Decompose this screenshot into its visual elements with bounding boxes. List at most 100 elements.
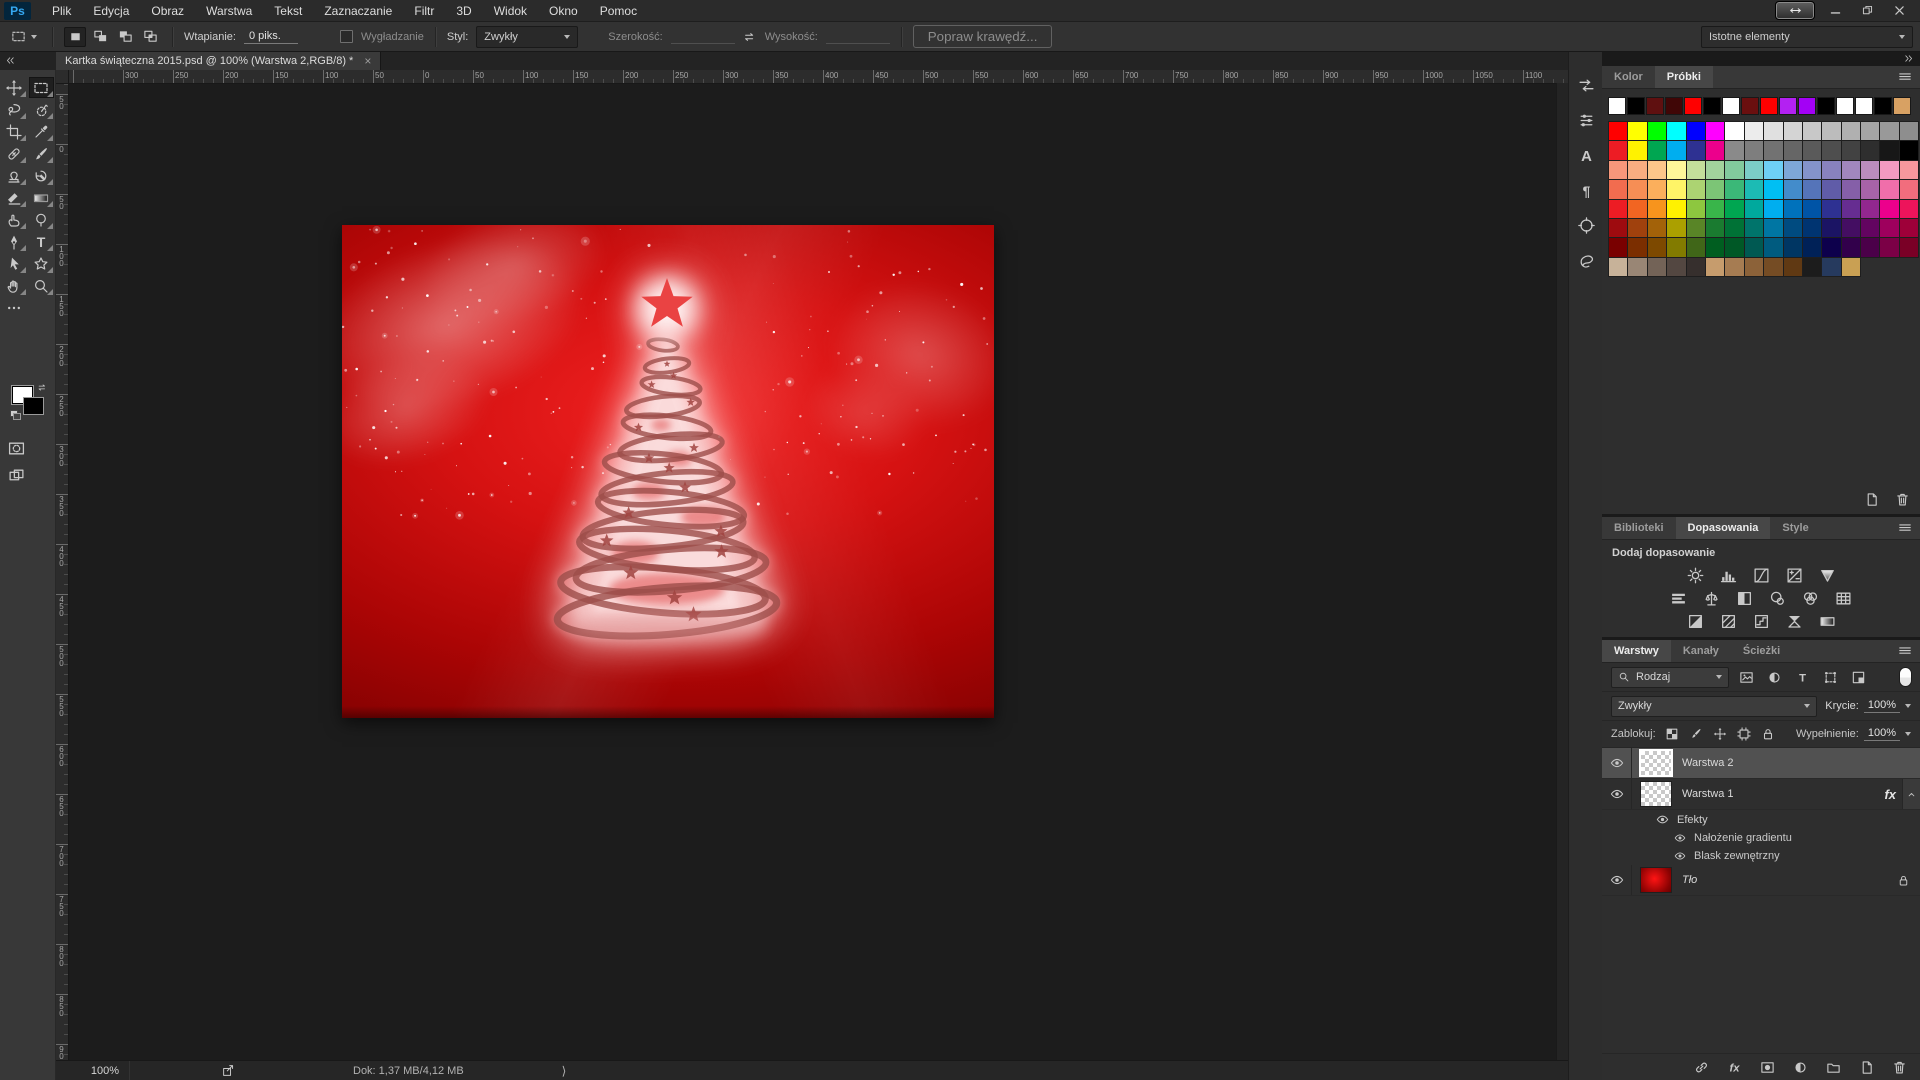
color-swatch[interactable]	[1648, 219, 1666, 237]
eye-icon[interactable]	[1656, 813, 1669, 826]
recent-swatch[interactable]	[1780, 98, 1796, 114]
color-swatch[interactable]	[1609, 219, 1627, 237]
color-swatch[interactable]	[1725, 141, 1743, 159]
color-swatch[interactable]	[1822, 238, 1840, 256]
brush-tool[interactable]	[29, 143, 54, 164]
color-swatch[interactable]	[1784, 200, 1802, 218]
color-swatch[interactable]	[1609, 122, 1627, 140]
spot-healing-tool[interactable]	[2, 143, 27, 164]
adjustments-tab-style[interactable]: Style	[1770, 517, 1820, 539]
color-swatch[interactable]	[1706, 238, 1724, 256]
minimize-button[interactable]	[1824, 3, 1846, 18]
color-swatch[interactable]	[1822, 141, 1840, 159]
color-swatch[interactable]	[1687, 238, 1705, 256]
posterize-adjustment-button[interactable]	[1719, 612, 1738, 630]
antialias-checkbox[interactable]	[340, 30, 353, 43]
color-swatch[interactable]	[1745, 200, 1763, 218]
color-swatch[interactable]	[1745, 238, 1763, 256]
menu-pomoc[interactable]: Pomoc	[589, 1, 648, 21]
clone-stamp-tool[interactable]	[2, 165, 27, 186]
color-swatch[interactable]	[1784, 219, 1802, 237]
recent-swatch[interactable]	[1723, 98, 1739, 114]
color-swatch[interactable]	[1667, 180, 1685, 198]
layer-filter-toggle[interactable]	[1900, 668, 1911, 686]
layer-style-button[interactable]: fx	[1725, 1059, 1743, 1076]
color-swatch[interactable]	[1706, 258, 1724, 276]
color-swatch[interactable]	[1648, 200, 1666, 218]
color-swatch[interactable]	[1725, 180, 1743, 198]
color-swatch[interactable]	[1745, 180, 1763, 198]
ruler-origin-corner[interactable]	[55, 70, 69, 84]
color-swatch[interactable]	[1861, 161, 1879, 179]
menu-widok[interactable]: Widok	[483, 1, 538, 21]
color-swatch[interactable]	[1764, 141, 1782, 159]
layer-row-warstwa-2[interactable]: Warstwa 2	[1602, 748, 1920, 779]
paragraph-panel-button[interactable]: ¶	[1575, 180, 1597, 200]
color-swatch[interactable]	[1880, 141, 1898, 159]
delete-swatch-icon[interactable]	[1895, 492, 1910, 507]
vertical-ruler[interactable]: 5 005 01 0 01 5 02 0 02 5 03 0 03 5 04 0…	[55, 83, 69, 1061]
menu-plik[interactable]: Plik	[41, 1, 82, 21]
color-swatch[interactable]	[1861, 238, 1879, 256]
crop-tool[interactable]	[2, 121, 27, 142]
color-lookup-adjustment-button[interactable]	[1834, 589, 1853, 607]
menu-filtr[interactable]: Filtr	[403, 1, 445, 21]
recent-swatch[interactable]	[1628, 98, 1644, 114]
history-brush-tool[interactable]	[29, 165, 54, 186]
color-swatch[interactable]	[1861, 180, 1879, 198]
black-white-adjustment-button[interactable]	[1735, 589, 1754, 607]
quick-selection-tool[interactable]	[29, 99, 54, 120]
color-swatch[interactable]	[1725, 238, 1743, 256]
width-input[interactable]	[671, 30, 735, 44]
delete-swatch-icon[interactable]	[1895, 492, 1910, 507]
color-swatch[interactable]	[1609, 141, 1627, 159]
threshold-adjustment-button[interactable]	[1752, 612, 1771, 630]
refine-edge-button[interactable]: Popraw krawędź...	[913, 25, 1053, 48]
color-swatch[interactable]	[1609, 180, 1627, 198]
close-button[interactable]	[1888, 3, 1910, 18]
exposure-adjustment-button[interactable]	[1785, 566, 1804, 584]
color-swatch[interactable]	[1706, 200, 1724, 218]
swap-width-height-icon[interactable]	[743, 30, 757, 44]
filter-smart-object-button[interactable]	[1849, 668, 1868, 686]
lock-artboard-button[interactable]	[1736, 726, 1753, 743]
background-color-swatch[interactable]	[23, 397, 44, 415]
eraser-tool[interactable]	[2, 187, 27, 208]
color-swatch[interactable]	[1784, 180, 1802, 198]
gradient-map-adjustment-button[interactable]	[1818, 612, 1837, 630]
color-swatch[interactable]	[1784, 161, 1802, 179]
recent-swatch[interactable]	[1837, 98, 1853, 114]
menu-3d[interactable]: 3D	[445, 1, 482, 21]
color-swatch[interactable]	[1842, 141, 1860, 159]
fill-control[interactable]: Wypełnienie: 100%	[1796, 727, 1911, 741]
collapse-panels-icon[interactable]	[0, 51, 20, 70]
new-swatch-icon[interactable]	[1864, 492, 1879, 507]
smudge-tool[interactable]	[2, 209, 27, 230]
menu-tekst[interactable]: Tekst	[263, 1, 313, 21]
restore-button[interactable]	[1856, 3, 1878, 18]
color-swatch[interactable]	[1687, 219, 1705, 237]
channel-mixer-adjustment-button[interactable]	[1801, 589, 1820, 607]
color-swatch[interactable]	[1822, 180, 1840, 198]
color-swatch[interactable]	[1628, 161, 1646, 179]
adjustments-tab-dopasowania[interactable]: Dopasowania	[1676, 517, 1771, 539]
color-swatch[interactable]	[1706, 141, 1724, 159]
color-swatch[interactable]	[1842, 258, 1860, 276]
zoom-tool[interactable]	[29, 275, 54, 296]
color-swatch[interactable]	[1687, 200, 1705, 218]
screen-mode-icon[interactable]	[8, 467, 25, 484]
color-swatch[interactable]	[1764, 258, 1782, 276]
color-swatch[interactable]	[1900, 141, 1918, 159]
color-swatch[interactable]	[1628, 258, 1646, 276]
clone-source-panel-button[interactable]	[1575, 215, 1597, 235]
document-tab[interactable]: Kartka świąteczna 2015.psd @ 100% (Warst…	[56, 51, 381, 70]
edit-toolbar-tool[interactable]	[2, 297, 27, 318]
status-options-chevron[interactable]: ⟩	[562, 1064, 567, 1078]
quick-mask-icon[interactable]	[8, 440, 25, 457]
gradient-tool[interactable]	[29, 187, 54, 208]
color-swatch[interactable]	[1745, 161, 1763, 179]
color-swatch[interactable]	[1609, 258, 1627, 276]
color-swatch[interactable]	[1880, 219, 1898, 237]
opacity-control[interactable]: Krycie: 100%	[1825, 699, 1911, 713]
recent-swatch[interactable]	[1609, 98, 1625, 114]
